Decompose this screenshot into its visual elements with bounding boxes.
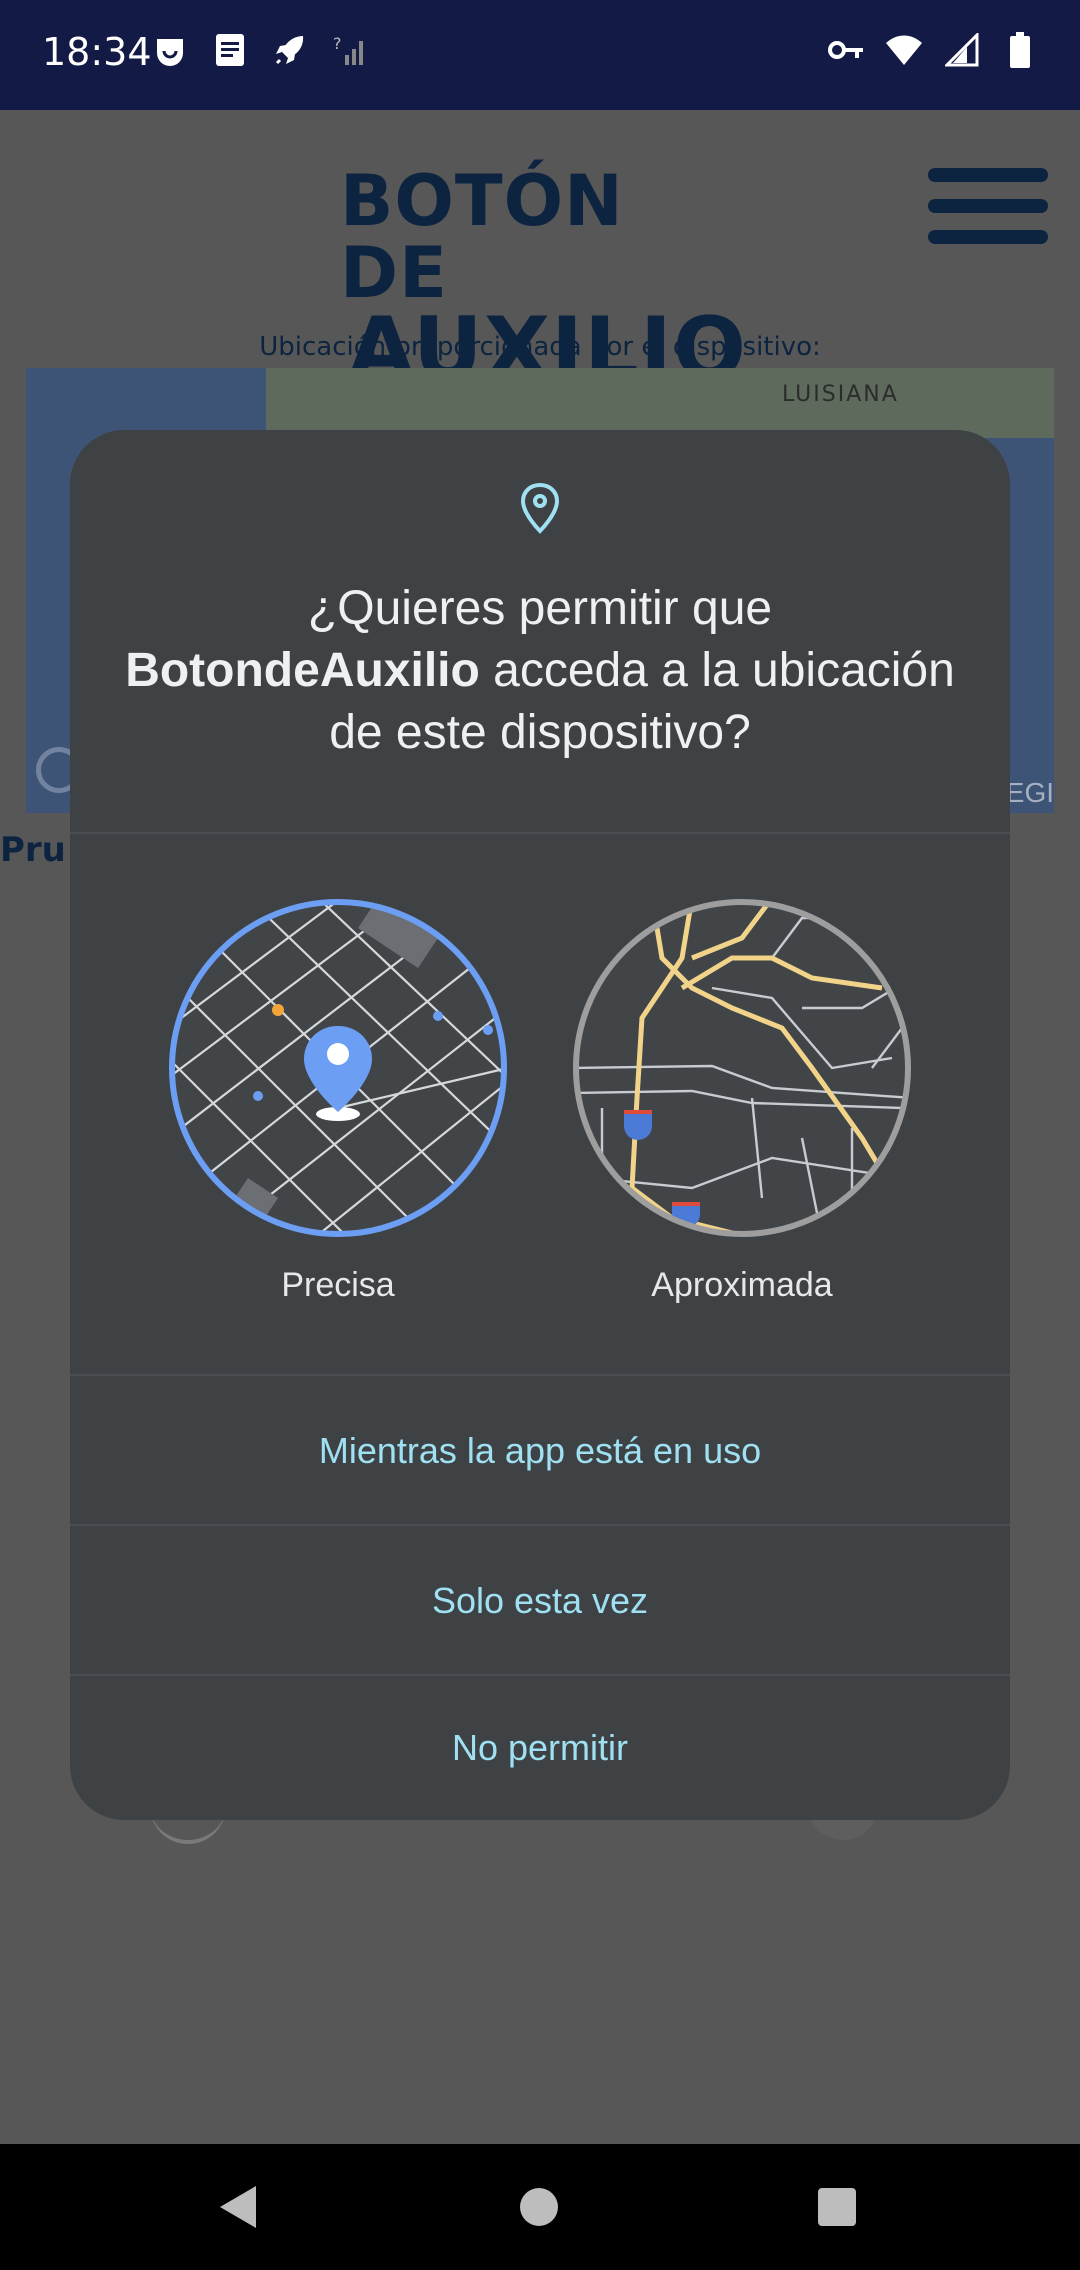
document-icon xyxy=(210,30,250,70)
divider xyxy=(70,832,1010,834)
deny-button[interactable]: No permitir xyxy=(70,1676,1010,1820)
approximate-location-option[interactable]: Aproximada xyxy=(562,898,922,1305)
battery-icon xyxy=(1000,30,1040,70)
title-app-name: BotondeAuxilio xyxy=(125,644,480,697)
svg-text:?: ? xyxy=(333,34,342,53)
recent-apps-icon[interactable] xyxy=(818,2188,856,2226)
map-attribution: EGI xyxy=(1005,777,1054,808)
wifi-icon xyxy=(884,30,924,70)
location-permission-dialog: ¿Quieres permitir que BotondeAuxilio acc… xyxy=(70,430,1010,1820)
home-icon[interactable] xyxy=(520,2188,558,2226)
navigation-bar xyxy=(0,2144,1080,2270)
back-icon[interactable] xyxy=(218,2184,258,2235)
partial-text: Pru xyxy=(0,830,66,870)
status-left-icons: ? xyxy=(150,30,370,70)
smile-notification-icon xyxy=(150,30,190,70)
approximate-label: Aproximada xyxy=(651,1266,833,1304)
cell-signal-icon xyxy=(942,30,982,70)
location-caption: Ubicación proporcionada por el dispositi… xyxy=(259,332,821,362)
map-label: LUISIANA xyxy=(782,382,899,407)
dialog-title: ¿Quieres permitir que BotondeAuxilio acc… xyxy=(110,578,970,764)
rocket-icon xyxy=(270,30,310,70)
allow-while-in-use-button[interactable]: Mientras la app está en uso xyxy=(70,1376,1010,1526)
approximate-map-icon xyxy=(572,898,912,1238)
status-time: 18:34 xyxy=(42,30,152,74)
logo-line-1: BOTÓN DE xyxy=(340,160,624,314)
status-right-icons xyxy=(826,30,1040,70)
precise-map-icon xyxy=(168,898,508,1238)
precise-location-option[interactable]: Precisa xyxy=(158,898,518,1305)
hamburger-menu-icon[interactable] xyxy=(928,168,1048,244)
precise-label: Precisa xyxy=(281,1266,395,1304)
status-bar: 18:34 ? xyxy=(0,0,1080,110)
no-signal-icon: ? xyxy=(330,30,370,70)
vpn-key-icon xyxy=(826,30,866,70)
allow-only-this-time-button[interactable]: Solo esta vez xyxy=(70,1526,1010,1676)
location-pin-icon xyxy=(520,482,560,534)
title-prefix: ¿Quieres permitir que xyxy=(307,582,773,635)
map-land xyxy=(266,368,1054,438)
